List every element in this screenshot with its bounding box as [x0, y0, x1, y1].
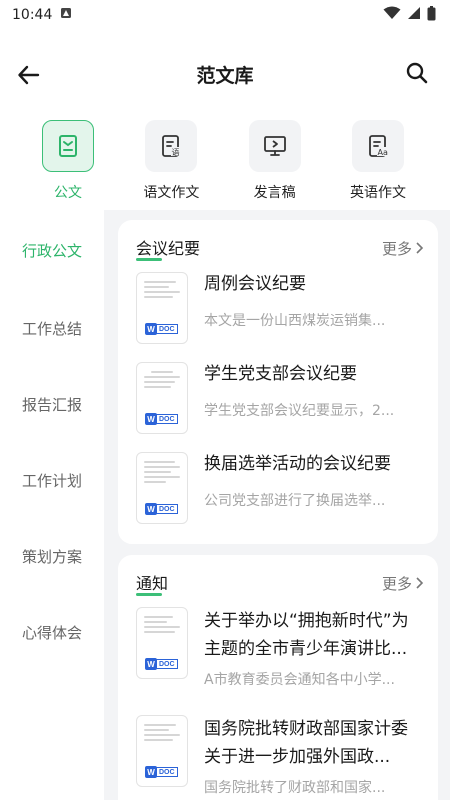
more-button[interactable]: 更多: [382, 238, 424, 259]
sidebar: 行政公文 工作总结 报告汇报 工作计划 策划方案 心得体会: [0, 210, 104, 800]
list-item[interactable]: W DOC 换届选举活动的会议纪要 公司党支部进行了换届选举...: [136, 444, 424, 534]
chinese-essay-icon: 语: [145, 120, 198, 172]
more-button[interactable]: 更多: [382, 573, 424, 594]
english-essay-icon: Aa: [351, 120, 404, 172]
category-tabs: 公文 语 语文作文 发言稿 Aa 英语作文: [0, 120, 450, 210]
category-tab-english-essay[interactable]: Aa 英语作文: [336, 120, 420, 210]
document-description: 本文是一份山西煤炭运销集...: [204, 313, 386, 329]
category-tab-official[interactable]: 公文: [26, 120, 110, 210]
section-card-notice: 通知 更多 W DOC 关于举办以“拥抱新时代”为主题的全市青少年演讲比... A…: [118, 555, 438, 800]
document-description: A市教育委员会通知各中小学...: [204, 672, 395, 688]
signal-icon: [407, 6, 421, 24]
notification-icon: [60, 7, 72, 23]
list-item[interactable]: W DOC 周例会议纪要 本文是一份山西煤炭运销集...: [136, 264, 424, 354]
document-title: 关于举办以“拥抱新时代”为主题的全市青少年演讲比...: [204, 611, 409, 659]
document-thumbnail: W DOC: [136, 362, 188, 434]
more-label: 更多: [381, 574, 412, 593]
more-label: 更多: [381, 239, 412, 258]
wdoc-icon: W DOC: [145, 658, 181, 670]
chevron-right-icon: [416, 242, 424, 254]
wifi-icon: [383, 6, 401, 24]
section-header: 通知 更多: [136, 567, 424, 599]
section-card-meeting-minutes: 会议纪要 更多 W DOC 周例会议纪要 本文是一份山西煤炭运销集... W DOC: [118, 220, 438, 544]
wdoc-icon: W DOC: [145, 323, 181, 335]
document-title: 学生党支部会议纪要: [204, 364, 357, 384]
document-thumbnail: W DOC: [136, 272, 188, 344]
document-thumbnail: W DOC: [136, 607, 188, 679]
sidebar-item-administrative[interactable]: 行政公文: [0, 210, 104, 290]
wdoc-icon: W DOC: [145, 503, 181, 515]
speech-icon: [248, 120, 301, 172]
section-title: 通知: [136, 570, 168, 596]
sidebar-item-experience[interactable]: 心得体会: [0, 594, 104, 670]
document-title: 国务院批转财政部国家计委关于进一步加强外国政...: [204, 719, 408, 767]
list-item[interactable]: W DOC 关于举办以“拥抱新时代”为主题的全市青少年演讲比... A市教育委员会…: [136, 599, 424, 707]
document-description: 公司党支部进行了换届选举...: [204, 493, 386, 509]
category-label: 语文作文: [143, 185, 200, 201]
battery-icon: [427, 5, 436, 25]
section-title: 会议纪要: [136, 235, 200, 261]
list-item[interactable]: W DOC 学生党支部会议纪要 学生党支部会议纪要显示，2...: [136, 354, 424, 444]
sidebar-item-work-summary[interactable]: 工作总结: [0, 290, 104, 366]
document-description: 学生党支部会议纪要显示，2...: [204, 403, 395, 419]
content-area: 行政公文 工作总结 报告汇报 工作计划 策划方案 心得体会 会议纪要 更多 WD…: [0, 210, 450, 800]
status-bar: 10:44: [0, 0, 450, 30]
sidebar-item-planning[interactable]: 策划方案: [0, 518, 104, 594]
sidebar-item-work-plan[interactable]: 工作计划: [0, 442, 104, 518]
document-description: 国务院批转了财政部和国家...: [204, 780, 386, 796]
document-icon: [42, 120, 94, 172]
svg-text:Aa: Aa: [377, 148, 387, 157]
category-label: 英语作文: [349, 185, 406, 201]
document-thumbnail: W DOC: [136, 452, 188, 524]
status-time: 10:44: [12, 7, 53, 23]
category-label: 公文: [54, 185, 82, 201]
page-title: 范文库: [196, 64, 254, 87]
list-item[interactable]: W DOC 国务院批转财政部国家计委关于进一步加强外国政... 国务院批转了财政部…: [136, 707, 424, 800]
document-thumbnail: W DOC: [136, 715, 188, 787]
section-header: 会议纪要 更多: [136, 232, 424, 264]
chevron-right-icon: [416, 577, 424, 589]
wdoc-icon: W DOC: [145, 766, 181, 778]
back-arrow-icon[interactable]: [16, 62, 42, 88]
wdoc-icon: W DOC: [145, 413, 181, 425]
category-tab-chinese-essay[interactable]: 语 语文作文: [129, 120, 213, 210]
svg-text:语: 语: [172, 147, 180, 157]
sidebar-item-report[interactable]: 报告汇报: [0, 366, 104, 442]
category-label: 发言稿: [253, 185, 296, 201]
nav-bar: 范文库: [0, 30, 450, 120]
search-icon[interactable]: [404, 60, 430, 86]
category-tab-speech[interactable]: 发言稿: [233, 120, 317, 210]
document-title: 周例会议纪要: [204, 274, 306, 294]
document-title: 换届选举活动的会议纪要: [204, 454, 391, 474]
